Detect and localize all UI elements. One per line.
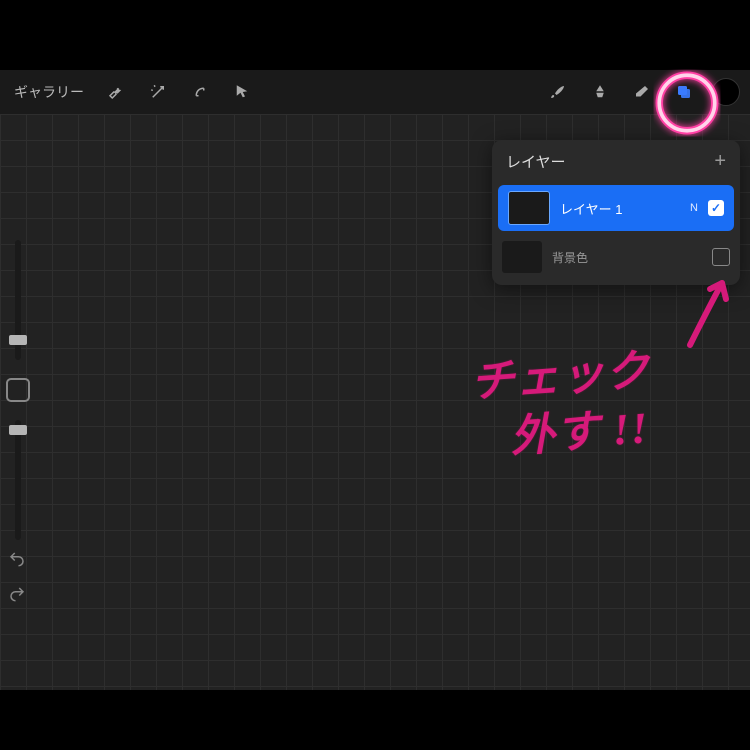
wand-icon[interactable]	[144, 78, 172, 106]
layer-row[interactable]: レイヤー 1 N ✓	[498, 185, 734, 231]
brush-icon[interactable]	[544, 78, 572, 106]
modifier-button[interactable]	[6, 378, 30, 402]
redo-button[interactable]	[8, 585, 26, 608]
layer-thumbnail	[508, 191, 550, 225]
side-controls	[6, 240, 30, 540]
layers-panel-header: レイヤー +	[492, 140, 740, 181]
cursor-icon[interactable]	[228, 78, 256, 106]
toolbar-right	[544, 78, 740, 106]
eraser-icon[interactable]	[628, 78, 656, 106]
layer-name-label: レイヤー 1	[560, 199, 680, 218]
wrench-icon[interactable]	[102, 78, 130, 106]
opacity-slider[interactable]	[15, 420, 21, 540]
brush-size-knob[interactable]	[9, 335, 27, 345]
layer-blend-label[interactable]: N	[690, 202, 698, 214]
layer-name-label: 背景色	[552, 249, 702, 266]
layers-panel-title: レイヤー	[506, 151, 566, 172]
undo-button[interactable]	[8, 550, 26, 573]
top-toolbar: ギャラリー	[0, 70, 750, 114]
smudge-icon[interactable]	[586, 78, 614, 106]
add-layer-button[interactable]: +	[714, 150, 726, 173]
layers-icon[interactable]	[670, 78, 698, 106]
toolbar-left: ギャラリー	[10, 78, 256, 106]
color-swatch[interactable]	[712, 78, 740, 106]
undo-redo-group	[8, 550, 26, 608]
opacity-knob[interactable]	[9, 425, 27, 435]
layer-row[interactable]: 背景色	[492, 235, 740, 279]
brush-size-slider[interactable]	[15, 240, 21, 360]
layers-panel: レイヤー + レイヤー 1 N ✓ 背景色	[492, 140, 740, 285]
layer-visibility-checkbox[interactable]	[712, 248, 730, 266]
layer-visibility-checkbox[interactable]: ✓	[708, 200, 724, 216]
layer-thumbnail	[502, 241, 542, 273]
gallery-button[interactable]: ギャラリー	[10, 80, 88, 104]
shape-icon[interactable]	[186, 78, 214, 106]
